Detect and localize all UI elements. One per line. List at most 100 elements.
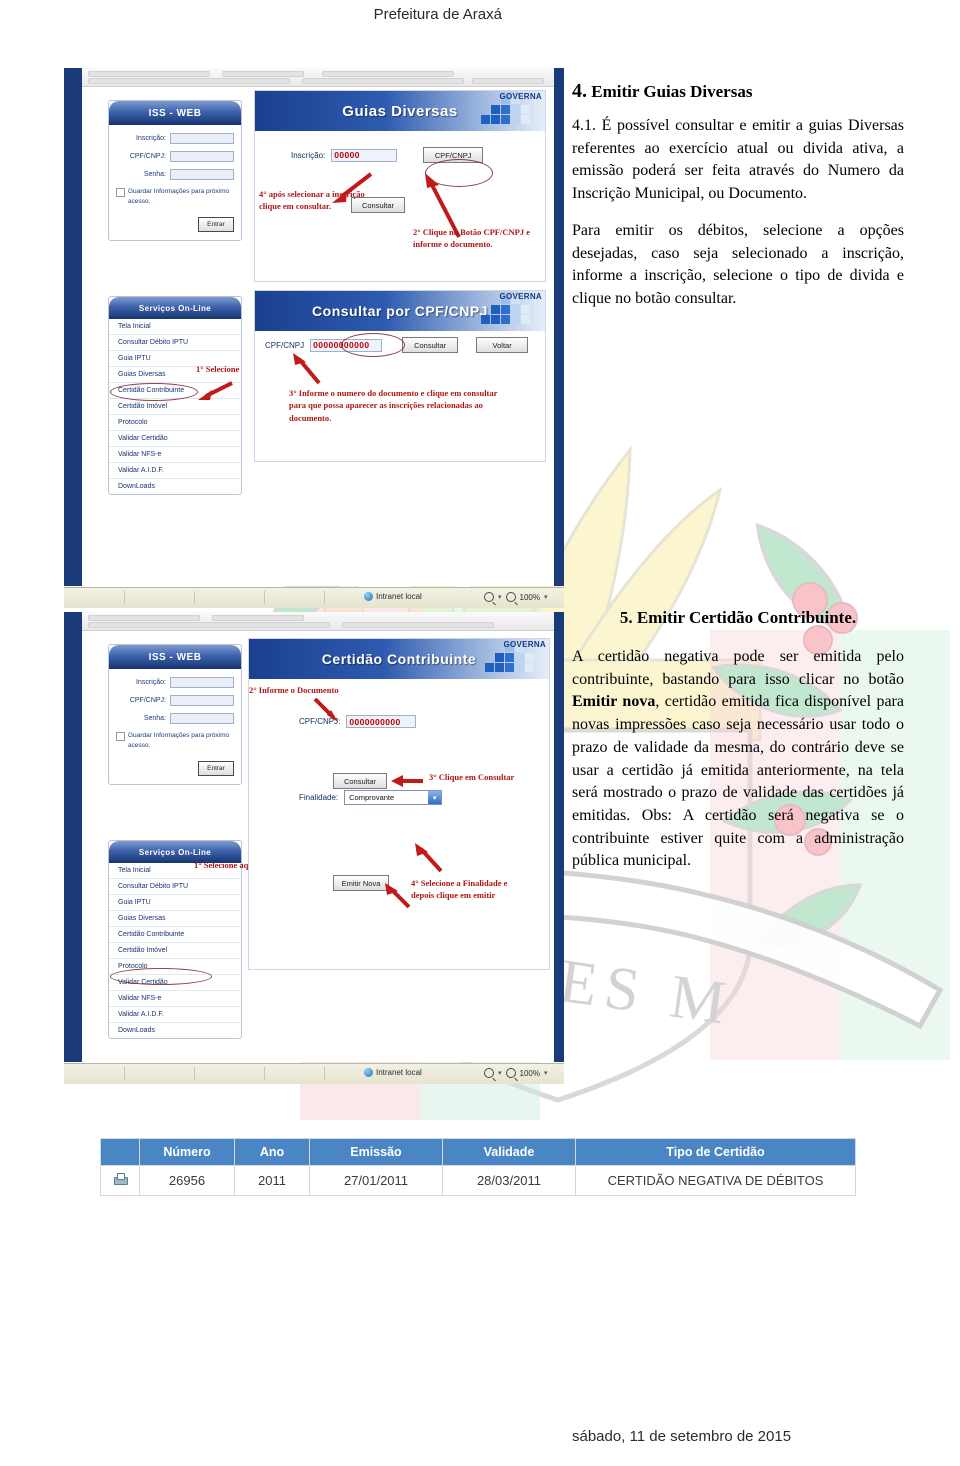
- magnifier-icon-1: [505, 592, 516, 602]
- table-cell-validade: 28/03/2011: [442, 1165, 576, 1196]
- input-senha-2[interactable]: [170, 713, 234, 724]
- entrar-button-1[interactable]: Entrar: [198, 216, 234, 232]
- label-senha-1: Senha:: [143, 171, 166, 178]
- page-header: Prefeitura de Araxá: [0, 0, 960, 34]
- login-panel-2: ISS - WEB Inscrição: CPF/CNPJ: Senha: Gu…: [108, 644, 242, 785]
- table-cell-numero: 26956: [139, 1165, 235, 1196]
- certidao-contribuinte-header: Certidão Contribuinte GOVERNA: [249, 639, 549, 679]
- browser-toolbar-1: [82, 68, 554, 87]
- certidoes-results-table: Número Ano Emissão Validade Tipo de Cert…: [100, 1138, 856, 1196]
- section-4-paragraph-2: Para emitir os débitos, selecione a opçõ…: [572, 221, 904, 308]
- section-5-paragraph-tail: , certidão emitida fica disponível para …: [572, 693, 904, 870]
- table-cell-print[interactable]: [100, 1165, 140, 1196]
- annotation-3-clique-consultar: 3° Clique em Consultar: [429, 772, 515, 782]
- table-row[interactable]: 26956 2011 27/01/2011 28/03/2011 CERTIDÃ…: [100, 1165, 856, 1196]
- input-cpf-1[interactable]: [170, 151, 234, 162]
- value-finalidade: Comprovante: [349, 793, 395, 802]
- remember-row-2[interactable]: Guardar Informações para próximo acesso.: [116, 731, 234, 751]
- sidebar-item-validar-nfse-1[interactable]: Validar NFS-e: [109, 447, 241, 463]
- sidebar-item-validar-aidf-2[interactable]: Validar A.I.D.F.: [109, 1007, 241, 1023]
- table-header-row: Número Ano Emissão Validade Tipo de Cert…: [100, 1138, 856, 1166]
- consultar-cpf-panel: Consultar por CPF/CNPJ GOVERNA CPF/CNPJ …: [254, 290, 546, 462]
- zone-label-1: Intranet local: [376, 592, 422, 601]
- governa-wordmark-1: GOVERNA: [499, 92, 542, 101]
- sidebar-item-guias-diversas-2[interactable]: Guias Diversas: [109, 911, 241, 927]
- field-row-cpf-1: CPF/CNPJ:: [116, 151, 234, 162]
- consultar-button-cpf[interactable]: Consultar: [402, 337, 459, 353]
- sidebar-item-guia-iptu-2[interactable]: Guia IPTU: [109, 895, 241, 911]
- table-cell-tipo: CERTIDÃO NEGATIVA DE DÉBITOS: [575, 1165, 856, 1196]
- annotation-2-informe-documento: 2° Informe o Documento: [249, 685, 339, 695]
- table-header-ano: Ano: [234, 1138, 310, 1166]
- sidebar-item-certidao-contribuinte-2[interactable]: Certidão Contribuinte: [109, 927, 241, 943]
- sidebar-item-validar-nfse-2[interactable]: Validar NFS-e: [109, 991, 241, 1007]
- input-inscricao-2[interactable]: [170, 677, 234, 688]
- chevron-down-icon-1a[interactable]: ▾: [498, 593, 502, 601]
- section-5-title: Emitir Certidão Contribuinte.: [636, 608, 857, 627]
- login-panel-1: ISS - WEB Inscrição: CPF/CNPJ: Senha: Gu…: [108, 100, 242, 241]
- zone-indicator-1: Intranet local: [364, 592, 422, 601]
- print-icon[interactable]: [113, 1173, 128, 1185]
- annotation-4-selecione-finalidade: 4° Selecione a Finalidade e depois cliqu…: [411, 878, 508, 901]
- label-cpf-2: CPF/CNPJ:: [129, 697, 166, 704]
- guias-diversas-header: Guias Diversas GOVERNA: [255, 91, 545, 131]
- consultar-cpf-header: Consultar por CPF/CNPJ GOVERNA: [255, 291, 545, 331]
- table-header-icon: [100, 1138, 140, 1166]
- field-row-inscricao-2: Inscrição:: [116, 677, 234, 688]
- label-senha-2: Senha:: [143, 715, 166, 722]
- sidebar-item-consultar-debito-iptu-1[interactable]: Consultar Débito IPTU: [109, 335, 241, 351]
- consultar-button-certidao[interactable]: Consultar: [333, 773, 387, 789]
- emitir-nova-button[interactable]: Emitir Nova: [333, 875, 389, 891]
- value-inscricao-guias[interactable]: 00000: [334, 150, 360, 160]
- zoom-control-2[interactable]: ▾ 100% ▾: [484, 1068, 548, 1078]
- iss-web-title-2: ISS - WEB: [109, 645, 241, 669]
- input-senha-1[interactable]: [170, 169, 234, 180]
- section-4-block: 4. Emitir Guias Diversas 4.1. É possível…: [572, 80, 904, 325]
- label-cpf-certidao: CPF/CNPJ:: [299, 717, 341, 726]
- section-4-number: 4.: [572, 80, 587, 102]
- table-header-numero: Número: [139, 1138, 235, 1166]
- chevron-down-icon-2a[interactable]: ▾: [498, 1069, 502, 1077]
- sidebar-item-downloads-1[interactable]: DownLoads: [109, 479, 241, 494]
- sidebar-item-downloads-2[interactable]: DownLoads: [109, 1023, 241, 1038]
- sidebar-item-validar-certidao-1[interactable]: Validar Certidão: [109, 431, 241, 447]
- voltar-button-cpf[interactable]: Voltar: [476, 337, 529, 353]
- sidebar-item-consultar-debito-iptu-2[interactable]: Consultar Débito IPTU: [109, 879, 241, 895]
- governa-wordmark-3: GOVERNA: [503, 640, 546, 649]
- page-header-title: Prefeitura de Araxá: [373, 6, 502, 23]
- input-cpf-2[interactable]: [170, 695, 234, 706]
- table-header-validade: Validade: [442, 1138, 576, 1166]
- label-remember-2: Guardar Informações para próximo acesso.: [128, 732, 230, 749]
- table-cell-ano: 2011: [234, 1165, 310, 1196]
- highlight-ellipse-cpf-button: [425, 159, 493, 187]
- sidebar-item-certidao-imovel-2[interactable]: Certidão Imóvel: [109, 943, 241, 959]
- zoom-control-1[interactable]: ▾ 100% ▾: [484, 592, 548, 602]
- sidebar-item-validar-aidf-1[interactable]: Validar A.I.D.F.: [109, 463, 241, 479]
- label-inscricao-1: Inscrição:: [136, 135, 166, 142]
- remember-row-1[interactable]: Guardar Informações para próximo acesso.: [116, 187, 234, 207]
- highlight-ellipse-guias-diversas: [110, 383, 198, 401]
- chevron-down-icon-finalidade[interactable]: ▾: [428, 791, 442, 804]
- browser-window-2: ISS - WEB Inscrição: CPF/CNPJ: Senha: Gu…: [64, 612, 564, 1062]
- value-cpf-certidao[interactable]: 0000000000: [349, 717, 400, 727]
- screenshot-certidao-contribuinte: ISS - WEB Inscrição: CPF/CNPJ: Senha: Gu…: [64, 612, 564, 1084]
- arrow-to-cpf-field: [293, 353, 321, 385]
- chevron-down-icon-2b[interactable]: ▾: [544, 1069, 548, 1077]
- chevron-down-icon-1b[interactable]: ▾: [544, 593, 548, 601]
- sidebar-item-certidao-imovel-1[interactable]: Certidão Imóvel: [109, 399, 241, 415]
- certidao-contribuinte-panel: Certidão Contribuinte GOVERNA 2° Informe…: [248, 638, 550, 970]
- checkbox-remember-2[interactable]: [116, 732, 125, 741]
- services-title-1: Serviços On-Line: [109, 297, 241, 319]
- field-row-cpf-2: CPF/CNPJ:: [116, 695, 234, 706]
- sidebar-item-tela-inicial-1[interactable]: Tela Inicial: [109, 319, 241, 335]
- section-4-heading: 4. Emitir Guias Diversas: [572, 80, 904, 103]
- section-5-heading: 5. Emitir Certidão Contribuinte.: [572, 608, 904, 628]
- input-inscricao-1[interactable]: [170, 133, 234, 144]
- entrar-button-2[interactable]: Entrar: [198, 760, 234, 776]
- browser-toolbar-2: [82, 612, 554, 631]
- annotation-2-clique-cpf: 2° Clique no Botão CPF/CNPJ e informe o …: [413, 227, 530, 249]
- label-cpf-consultar: CPF/CNPJ: [265, 340, 305, 350]
- sidebar-item-protocolo-1[interactable]: Protocolo: [109, 415, 241, 431]
- browser-window-1: ISS - WEB Inscrição: CPF/CNPJ: Senha: Gu…: [64, 68, 564, 586]
- checkbox-remember-1[interactable]: [116, 188, 125, 197]
